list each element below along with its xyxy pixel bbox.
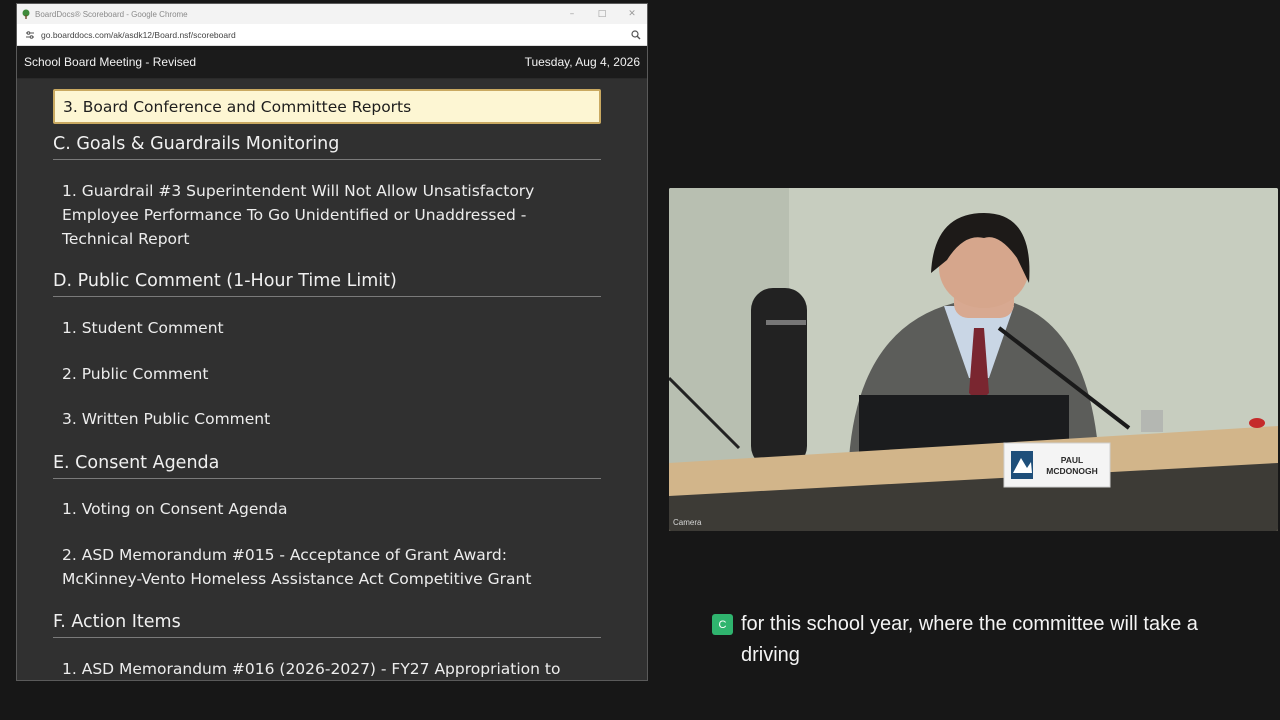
- agenda-item-d2[interactable]: 2. Public Comment: [62, 362, 582, 386]
- agenda-item-d1[interactable]: 1. Student Comment: [62, 316, 582, 340]
- camera-video-feed: PAUL MCDONOGH: [669, 188, 1278, 531]
- minimize-button[interactable]: –: [557, 4, 587, 24]
- browser-window: BoardDocs® Scoreboard - Google Chrome – …: [16, 3, 648, 681]
- address-bar[interactable]: go.boarddocs.com/ak/asdk12/Board.nsf/sco…: [17, 24, 647, 46]
- section-heading-d[interactable]: D. Public Comment (1-Hour Time Limit): [53, 271, 601, 297]
- section-heading-f[interactable]: F. Action Items: [53, 612, 601, 638]
- maximize-button[interactable]: □: [587, 4, 617, 24]
- current-agenda-item[interactable]: 3. Board Conference and Committee Report…: [53, 89, 601, 124]
- section-heading-c[interactable]: C. Goals & Guardrails Monitoring: [53, 134, 601, 160]
- boarddocs-tree-icon: [21, 9, 31, 19]
- agenda-item-e2[interactable]: 2. ASD Memorandum #015 - Acceptance of G…: [62, 543, 582, 591]
- section-heading-e[interactable]: E. Consent Agenda: [53, 453, 601, 479]
- meeting-title: School Board Meeting - Revised: [24, 55, 197, 69]
- meeting-video-frame: PAUL MCDONOGH: [669, 188, 1278, 531]
- agenda-item-f1[interactable]: 1. ASD Memorandum #016 (2026-2027) - FY2…: [62, 657, 582, 680]
- screen: BoardDocs® Scoreboard - Google Chrome – …: [0, 0, 1280, 720]
- window-title: BoardDocs® Scoreboard - Google Chrome: [35, 9, 188, 19]
- close-button[interactable]: ✕: [617, 4, 647, 24]
- caption-text: for this school year, where the committe…: [741, 613, 1198, 666]
- caption-badge-icon: C: [712, 614, 733, 635]
- site-settings-icon[interactable]: [23, 28, 37, 42]
- agenda-item-e1[interactable]: 1. Voting on Consent Agenda: [62, 497, 582, 521]
- meeting-header: School Board Meeting - Revised Tuesday, …: [17, 46, 647, 79]
- agenda-item-d3[interactable]: 3. Written Public Comment: [62, 407, 582, 431]
- nameplate-last-name: MCDONOGH: [1046, 466, 1097, 476]
- browser-titlebar: BoardDocs® Scoreboard - Google Chrome – …: [17, 4, 647, 24]
- live-caption: C for this school year, where the commit…: [712, 609, 1232, 671]
- agenda-item-c1[interactable]: 1. Guardrail #3 Superintendent Will Not …: [62, 179, 582, 251]
- zoom-icon[interactable]: [625, 29, 647, 40]
- meeting-date: Tuesday, Aug 4, 2026: [524, 55, 640, 69]
- url-text[interactable]: go.boarddocs.com/ak/asdk12/Board.nsf/sco…: [41, 30, 625, 40]
- camera-label: Camera: [673, 518, 702, 527]
- agenda-list: 3. Board Conference and Committee Report…: [17, 79, 647, 680]
- nameplate-first-name: PAUL: [1061, 455, 1084, 465]
